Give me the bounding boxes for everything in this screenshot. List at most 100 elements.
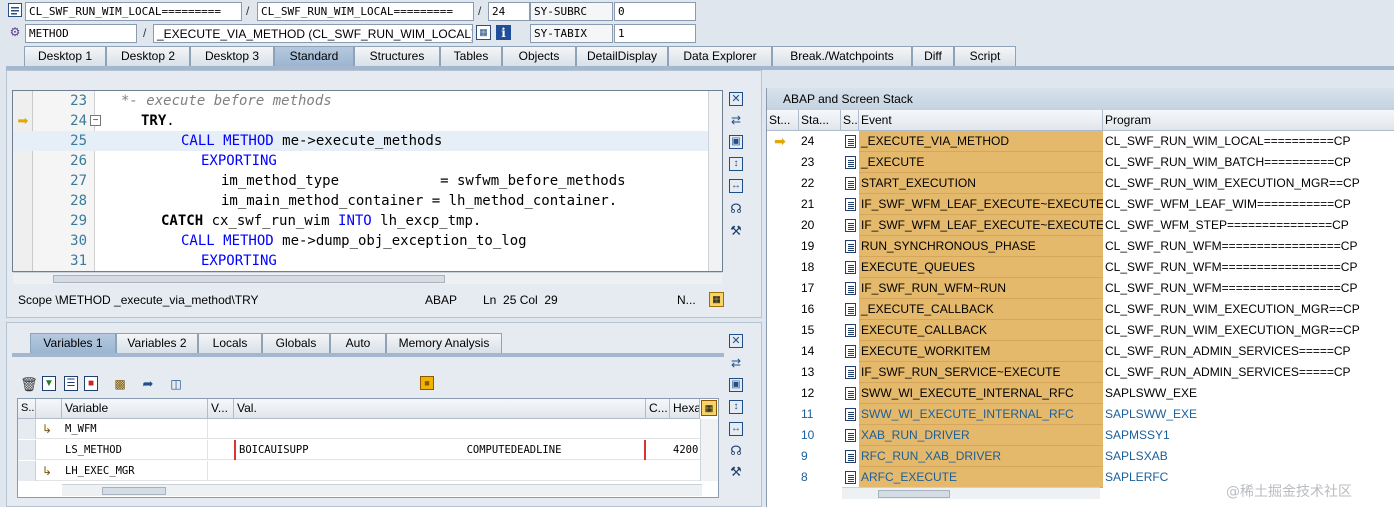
delete-icon[interactable]: 🗑 (20, 376, 38, 391)
stack-program[interactable]: CL_SWF_RUN_WIM_BATCH==========CP (1103, 152, 1394, 173)
document-icon[interactable] (845, 282, 856, 295)
variable-value[interactable]: BOICAUISUPP COMPUTEDEADLINE (234, 440, 646, 460)
line-field[interactable]: 24 (488, 2, 530, 21)
stack-row[interactable]: 19 RUN_SYNCHRONOUS_PHASE CL_SWF_RUN_WFM===… (767, 236, 1394, 257)
document-icon[interactable] (845, 366, 856, 379)
variable-value[interactable] (234, 419, 646, 439)
stack-row[interactable]: ➡ 24 _EXECUTE_VIA_METHOD CL_SWF_RUN_WIM_LOC… (767, 131, 1394, 152)
stack-row[interactable]: 11 SWW_WI_EXECUTE_INTERNAL_RFC SAPLSWW_EXE (767, 404, 1394, 425)
tab-memory-analysis[interactable]: Memory Analysis (386, 333, 502, 353)
navigate-icon[interactable]: ➦ (140, 376, 156, 391)
tab-structures[interactable]: Structures (354, 46, 440, 66)
type-field[interactable]: METHOD (25, 24, 137, 43)
tab-tables[interactable]: Tables (440, 46, 502, 66)
stack-event[interactable]: EXECUTE_WORKITEM (859, 341, 1103, 362)
stack-event[interactable]: EXECUTE_QUEUES (859, 257, 1103, 278)
tools-icon[interactable]: ⚒ (729, 223, 743, 237)
stack-event[interactable]: XAB_RUN_DRIVER (859, 425, 1103, 446)
tab-variables-2[interactable]: Variables 2 (116, 333, 198, 353)
document-icon[interactable] (845, 471, 856, 484)
stack-row[interactable]: 21 IF_SWF_WFM_LEAF_EXECUTE~EXECUTE CL_SWF_… (767, 194, 1394, 215)
editor-hscroll[interactable] (13, 272, 722, 284)
code-line[interactable]: 27 im_method_type = swfwm_before_methods (13, 171, 722, 191)
tab-standard[interactable]: Standard (274, 46, 354, 66)
scroll-thumb[interactable] (878, 490, 950, 498)
col-header-v[interactable]: V... (208, 399, 234, 419)
document-icon[interactable] (845, 219, 856, 232)
stack-program[interactable]: CL_SWF_RUN_WFM=================CP (1103, 278, 1394, 299)
tab-data-explorer[interactable]: Data Explorer (668, 46, 772, 66)
document-icon[interactable] (845, 387, 856, 400)
load-icon[interactable]: ☰ (64, 376, 78, 391)
table-row[interactable]: ↳ LH_EXEC_MGR (18, 461, 718, 481)
code-line[interactable]: 31 EXPORTING (13, 251, 722, 271)
document-icon[interactable] (845, 135, 856, 148)
stack-event[interactable]: ARFC_EXECUTE (859, 467, 1103, 488)
stack-program[interactable]: SAPLSWW_EXE (1103, 383, 1394, 404)
swap-icon[interactable]: ⇄ (729, 356, 743, 370)
hex-value[interactable]: 4200 (670, 440, 700, 460)
document-icon[interactable] (845, 345, 856, 358)
tab-desktop-2[interactable]: Desktop 2 (106, 46, 190, 66)
swap-icon[interactable]: ⇄ (729, 113, 743, 127)
info-icon[interactable]: i (496, 25, 511, 40)
abap-screen-stack[interactable]: ABAP and Screen Stack St... Sta... S... … (766, 88, 1394, 507)
stack-event[interactable]: IF_SWF_WFM_LEAF_EXECUTE~EXECUTE (859, 215, 1103, 236)
stack-event[interactable]: EXECUTE_CALLBACK (859, 320, 1103, 341)
code-line[interactable]: 23 *- execute before methods (13, 91, 722, 111)
document-icon[interactable] (845, 198, 856, 211)
close-icon[interactable]: ✕ (729, 334, 743, 348)
stack-row[interactable]: 20 IF_SWF_WFM_LEAF_EXECUTE~EXECUTE CL_SWF_… (767, 215, 1394, 236)
stack-program[interactable]: SAPLSXAB (1103, 446, 1394, 467)
tab-auto[interactable]: Auto (330, 333, 386, 353)
col-header-st[interactable]: St... (767, 110, 799, 131)
sysvar2-value-field[interactable]: 1 (614, 24, 696, 43)
stack-row[interactable]: 14 EXECUTE_WORKITEM CL_SWF_RUN_ADMIN_SERVI… (767, 341, 1394, 362)
sysvar-value-field[interactable]: 0 (614, 2, 696, 21)
tree-icon[interactable]: ▦ (476, 25, 491, 40)
stack-row[interactable]: 12 SWW_WI_EXECUTE_INTERNAL_RFC SAPLSWW_EXE (767, 383, 1394, 404)
stack-event[interactable]: RFC_RUN_XAB_DRIVER (859, 446, 1103, 467)
stack-row[interactable]: 15 EXECUTE_CALLBACK CL_SWF_RUN_WIM_EXECUTI… (767, 320, 1394, 341)
stack-row[interactable]: 13 IF_SWF_RUN_SERVICE~EXECUTE CL_SWF_RUN_A… (767, 362, 1394, 383)
stack-event[interactable]: SWW_WI_EXECUTE_INTERNAL_RFC (859, 383, 1103, 404)
code-line[interactable]: 29 CATCH cx_swf_run_wim INTO lh_excp_tmp. (13, 211, 722, 231)
tab-variables-1[interactable]: Variables 1 (30, 333, 116, 353)
col-header-variable[interactable]: Variable (62, 399, 208, 419)
col-header-c[interactable]: C... (646, 399, 670, 419)
stack-program[interactable]: CL_SWF_RUN_WIM_LOCAL==========CP (1103, 131, 1394, 152)
save-icon[interactable]: ■ (420, 376, 434, 390)
table-row[interactable]: LS_METHOD BOICAUISUPP COMPUTEDEADLINE 4200 (18, 440, 718, 460)
stack-program[interactable]: CL_SWF_RUN_ADMIN_SERVICES=====CP (1103, 362, 1394, 383)
tab-desktop-1[interactable]: Desktop 1 (24, 46, 106, 66)
scroll-thumb[interactable] (102, 487, 166, 495)
stack-program[interactable]: CL_SWF_WFM_LEAF_WIM===========CP (1103, 194, 1394, 215)
stack-row[interactable]: 16 _EXECUTE_CALLBACK CL_SWF_RUN_WIM_EXECUT… (767, 299, 1394, 320)
stack-row[interactable]: 10 XAB_RUN_DRIVER SAPMSSY1 (767, 425, 1394, 446)
stack-event[interactable]: IF_SWF_RUN_SERVICE~EXECUTE (859, 362, 1103, 383)
stack-program[interactable]: SAPMSSY1 (1103, 425, 1394, 446)
table-row[interactable]: ↳ M_WFM (18, 419, 718, 439)
object-ref-icon[interactable]: ↳ (40, 422, 54, 436)
col-header-event[interactable]: Event (859, 110, 1103, 131)
tab-detaildisplay[interactable]: DetailDisplay (576, 46, 668, 66)
maximize-icon[interactable]: ▣ (729, 135, 743, 149)
stack-event[interactable]: IF_SWF_WFM_LEAF_EXECUTE~EXECUTE (859, 194, 1103, 215)
tab-objects[interactable]: Objects (502, 46, 576, 66)
stack-program[interactable]: SAPLSWW_EXE (1103, 404, 1394, 425)
vertical-split-icon[interactable]: ↕ (729, 157, 743, 171)
tab-script[interactable]: Script (954, 46, 1016, 66)
program-field[interactable]: CL_SWF_RUN_WIM_LOCAL========= (25, 2, 242, 21)
vertical-split-icon[interactable]: ↕ (729, 400, 743, 414)
horizontal-split-icon[interactable]: ↔ (729, 179, 743, 193)
tab-diff[interactable]: Diff (912, 46, 954, 66)
col-header-status[interactable]: S... (18, 399, 36, 419)
stack-event[interactable]: _EXECUTE_CALLBACK (859, 299, 1103, 320)
code-line[interactable]: 30 CALL METHOD me->dump_obj_exception_to_… (13, 231, 722, 251)
layout-icon[interactable]: ◫ (168, 376, 184, 391)
col-header-value[interactable]: Val. (234, 399, 646, 419)
include-field[interactable]: CL_SWF_RUN_WIM_LOCAL========= (257, 2, 474, 21)
variables-table[interactable]: S... Variable V... Val. C... Hexa ▦ ↳ M_W… (17, 398, 719, 498)
stack-program[interactable]: CL_SWF_RUN_WIM_EXECUTION_MGR==CP (1103, 299, 1394, 320)
variable-value[interactable] (234, 461, 646, 481)
